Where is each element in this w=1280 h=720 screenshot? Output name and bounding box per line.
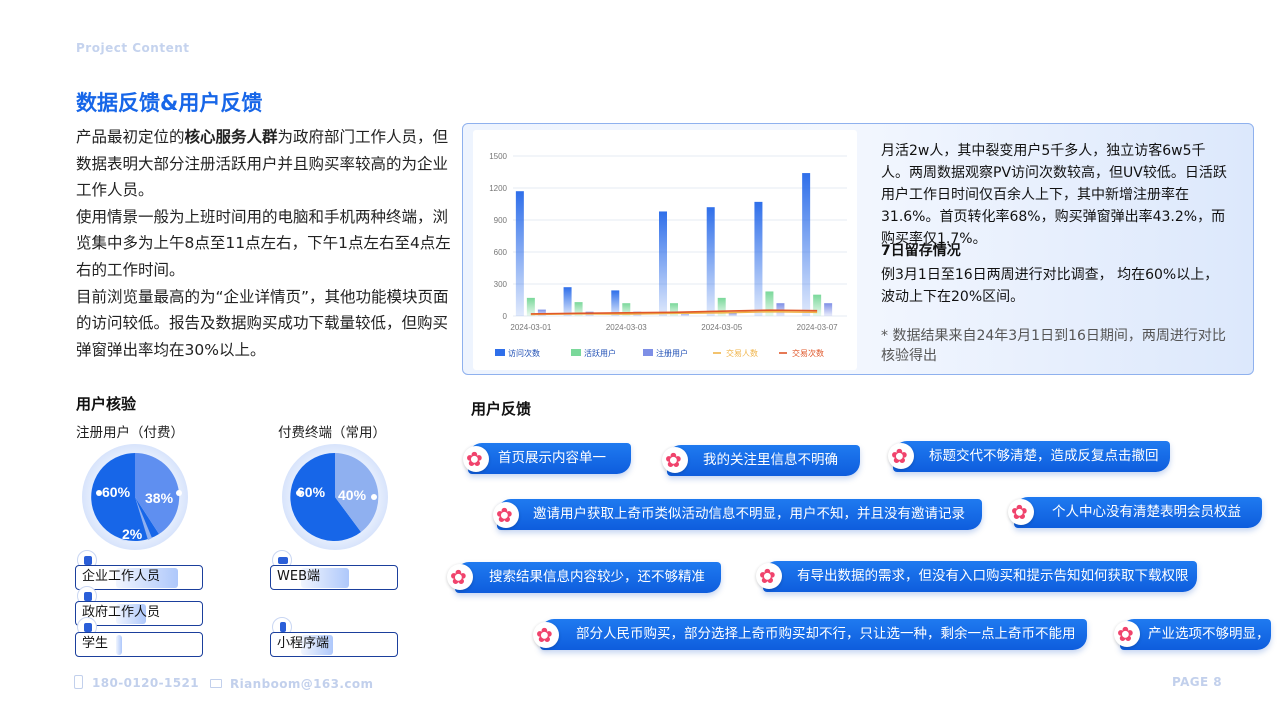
page-number: PAGE 8: [1172, 675, 1222, 689]
legend-label: 活跃用户: [584, 348, 616, 358]
y-tick-label: 300: [494, 280, 508, 289]
flower-icon: ✿: [493, 502, 519, 528]
registered-donut: 60% 38% 2%: [82, 444, 188, 550]
legend-web: WEB端: [270, 565, 398, 590]
x-tick-label: 2024-03-07: [797, 323, 838, 332]
intro-paragraph-1: 产品最初定位的核心服务人群为政府部门工作人员，但数据表明大部分注册活跃用户并且购…: [76, 124, 456, 204]
legend-swatch: [495, 349, 505, 356]
bar-访问次数: [563, 287, 572, 316]
flower-icon: ✿: [756, 563, 782, 589]
retention-heading: 7日留存情况: [881, 243, 961, 259]
registered-label: 注册用户（付费）: [76, 425, 184, 441]
project-label: Project Content: [76, 41, 190, 55]
y-tick-label: 900: [494, 216, 508, 225]
bar-访问次数: [659, 211, 667, 316]
flower-icon: ✿: [662, 447, 688, 473]
mail-icon: [210, 679, 222, 688]
legend-student: 学生: [75, 632, 203, 657]
feedback-item: 有导出数据的需求，但没有入口购买和提示告知如何获取下载权限: [763, 561, 1197, 592]
registered-pct-enterprise: 60%: [102, 484, 131, 500]
legend-label: 交易人数: [726, 348, 758, 358]
legend-label: 企业工作人员: [82, 569, 161, 584]
bar-注册用户: [824, 303, 833, 316]
legend-label: 交易次数: [792, 348, 824, 358]
legend-label: 政府工作人员: [82, 605, 161, 620]
donut-marker: [176, 490, 182, 496]
legend-fill-bar: [116, 635, 122, 655]
intro-p1-bold: 核心服务人群: [184, 128, 278, 146]
bar-访问次数: [515, 191, 524, 316]
legend-label: 注册用户: [656, 348, 688, 358]
legend-miniapp: 小程序端: [270, 632, 398, 657]
bar-访问次数: [706, 207, 715, 316]
y-tick-label: 0: [503, 312, 508, 321]
intro-paragraph-2: 使用情景一般为上班时间用的电脑和手机两种终端，浏览集中多为上午8点至11点左右，…: [76, 207, 451, 279]
chart-area: 0 300 600 900 1200 1500 2024-03-01 2024-03-03 20…: [473, 130, 857, 370]
terminal-pct-miniapp: 40%: [338, 487, 367, 503]
verify-heading: 用户核验: [76, 395, 137, 413]
feedback-heading: 用户反馈: [471, 400, 532, 418]
legend-label: 访问次数: [508, 348, 540, 358]
feedback-item: 首页展示内容单一: [468, 443, 631, 474]
flower-icon: ✿: [463, 446, 489, 472]
donut-marker: [371, 494, 377, 500]
feedback-item: 产业选项不够明显，: [1120, 619, 1271, 650]
x-tick-label: 2024-03-05: [701, 323, 742, 332]
panel-summary: 月活2w人，其中裂变用户5千多人，独立访客6w5千人。两周数据观察PV访问次数较…: [881, 143, 1227, 247]
legend-label: WEB端: [277, 569, 320, 584]
legend-label: 学生: [82, 636, 109, 651]
legend-label: 小程序端: [277, 636, 330, 651]
feedback-item: 标题交代不够清楚，造成反复点击撤回: [893, 441, 1170, 472]
x-tick-label: 2024-03-03: [606, 323, 647, 332]
retention-text: 例3月1日至16日两周进行对比调查， 均在60%以上，波动上下在20%区间。: [881, 267, 1219, 305]
intro-p1-pre: 产品最初定位的: [76, 128, 185, 146]
feedback-item: 部分人民币购买，部分选择上奇币购买却不行，只让选一种，剩余一点上奇币不能用: [540, 619, 1087, 650]
bar-访问次数: [754, 201, 763, 316]
y-tick-label: 1500: [489, 152, 507, 161]
feedback-item: 个人中心没有清楚表明会员权益: [1014, 497, 1262, 528]
footer-phone: 180-0120-1521: [92, 676, 200, 690]
phone-icon: [74, 675, 83, 689]
bar-chart: 0 300 600 900 1200 1500 2024-03-01 2024-03-03 20…: [489, 152, 847, 358]
y-tick-label: 600: [494, 248, 508, 257]
legend-swatch: [571, 349, 581, 356]
flower-icon: ✿: [1114, 621, 1140, 647]
intro-text: 产品最初定位的核心服务人群为政府部门工作人员，但数据表明大部分注册活跃用户并且购…: [76, 124, 456, 363]
page-title: 数据反馈&用户反馈: [76, 91, 263, 115]
y-tick-label: 1200: [489, 184, 507, 193]
flower-icon: ✿: [1008, 499, 1034, 525]
flower-icon: ✿: [533, 622, 559, 648]
bar-访问次数: [802, 173, 811, 316]
intro-paragraph-3: 目前浏览量最高的为“企业详情页”，其他功能模块页面的访问较低。报告及数据购买成功…: [76, 287, 449, 359]
feedback-item: 搜索结果信息内容较少，还不够精准: [455, 562, 721, 593]
terminal-pct-web: 60%: [297, 484, 326, 500]
feedback-item: 邀请用户获取上奇币类似活动信息不明显，用户不知，并且没有邀请记录: [497, 499, 982, 530]
terminal-label: 付费终端（常用）: [278, 425, 386, 441]
data-note: * 数据结果来自24年3月1日到16日期间，两周进行对比核验得出: [881, 328, 1226, 364]
legend-enterprise: 企业工作人员: [75, 565, 203, 590]
feedback-item: 我的关注里信息不明确: [667, 445, 860, 476]
x-tick-label: 2024-03-01: [510, 323, 551, 332]
footer-email: Rianboom@163.com: [230, 677, 374, 691]
registered-pct-government: 38%: [145, 490, 174, 506]
flower-icon: ✿: [888, 443, 914, 469]
legend-swatch: [643, 349, 653, 356]
registered-pct-student: 2%: [122, 526, 143, 542]
flower-icon: ✿: [447, 564, 473, 590]
terminal-donut: 60% 40%: [282, 444, 388, 550]
